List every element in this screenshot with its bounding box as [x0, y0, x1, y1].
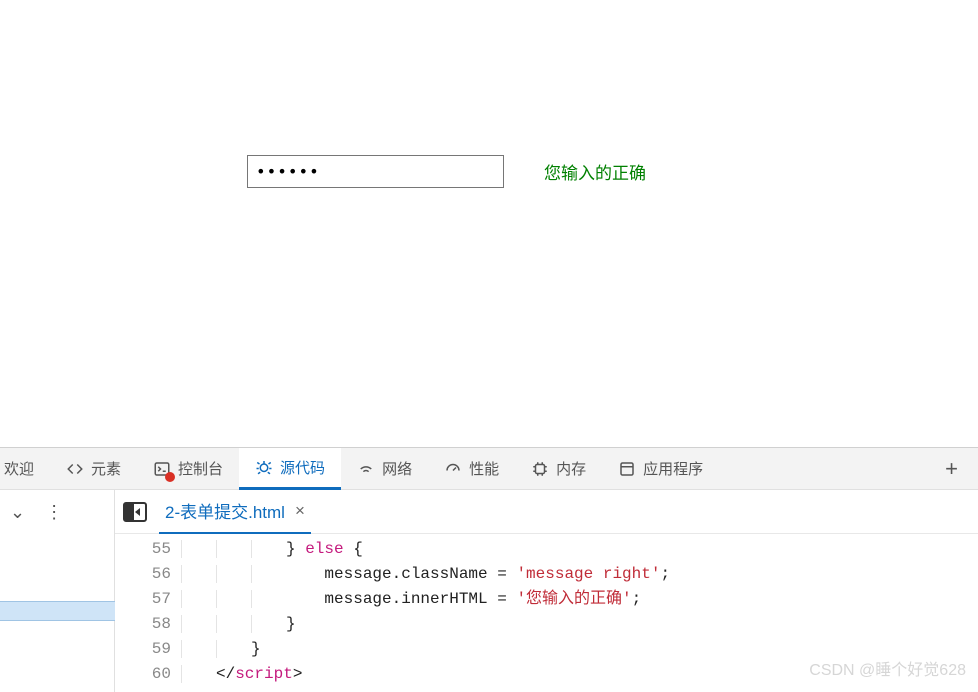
gauge-icon: [444, 460, 462, 478]
bug-icon: [255, 458, 273, 476]
wifi-icon: [357, 460, 375, 478]
chevron-down-icon[interactable]: ⌄: [10, 502, 25, 523]
password-input[interactable]: [247, 155, 504, 188]
file-tab-bar: 2-表单提交.html ×: [115, 490, 978, 534]
application-icon: [618, 460, 636, 478]
line-gutter: 555657585960: [115, 534, 181, 692]
tab-label: 内存: [556, 458, 586, 479]
watermark: CSDN @睡个好觉628: [809, 656, 966, 680]
navigator-panel: ⌄ ⋮: [0, 490, 115, 692]
tab-console[interactable]: 控制台: [137, 448, 239, 490]
validation-message: 您输入的正确: [544, 159, 646, 184]
tab-memory[interactable]: 内存: [515, 448, 602, 490]
kebab-menu-icon[interactable]: ⋮: [45, 502, 63, 523]
navigator-selection[interactable]: [0, 601, 115, 621]
chip-icon: [531, 460, 549, 478]
form-row: 您输入的正确: [247, 155, 646, 188]
tab-label: 元素: [91, 458, 121, 479]
elements-icon: [66, 460, 84, 478]
tab-label: 应用程序: [643, 458, 703, 479]
navigator-controls: ⌄ ⋮: [0, 490, 114, 534]
tab-application[interactable]: 应用程序: [602, 448, 719, 490]
file-tab-label: 2-表单提交.html: [165, 498, 285, 523]
tab-network[interactable]: 网络: [341, 448, 428, 490]
tab-sources[interactable]: 源代码: [239, 448, 341, 490]
tab-label: 网络: [382, 458, 412, 479]
tab-performance[interactable]: 性能: [428, 448, 515, 490]
tab-welcome[interactable]: 欢迎: [0, 448, 50, 490]
page-content: 您输入的正确: [0, 0, 978, 447]
tab-label: 性能: [469, 458, 499, 479]
tab-label: 控制台: [178, 458, 223, 479]
toggle-sidebar-icon[interactable]: [123, 502, 147, 522]
tab-label: 欢迎: [4, 458, 34, 479]
error-badge-icon: [165, 472, 175, 482]
tab-label: 源代码: [280, 457, 325, 478]
tab-elements[interactable]: 元素: [50, 448, 137, 490]
devtools-tab-bar: 欢迎 元素 控制台 源代码 网络: [0, 448, 978, 490]
add-tab-button[interactable]: +: [945, 456, 958, 482]
file-tab[interactable]: 2-表单提交.html ×: [159, 490, 311, 534]
close-icon[interactable]: ×: [295, 501, 305, 521]
